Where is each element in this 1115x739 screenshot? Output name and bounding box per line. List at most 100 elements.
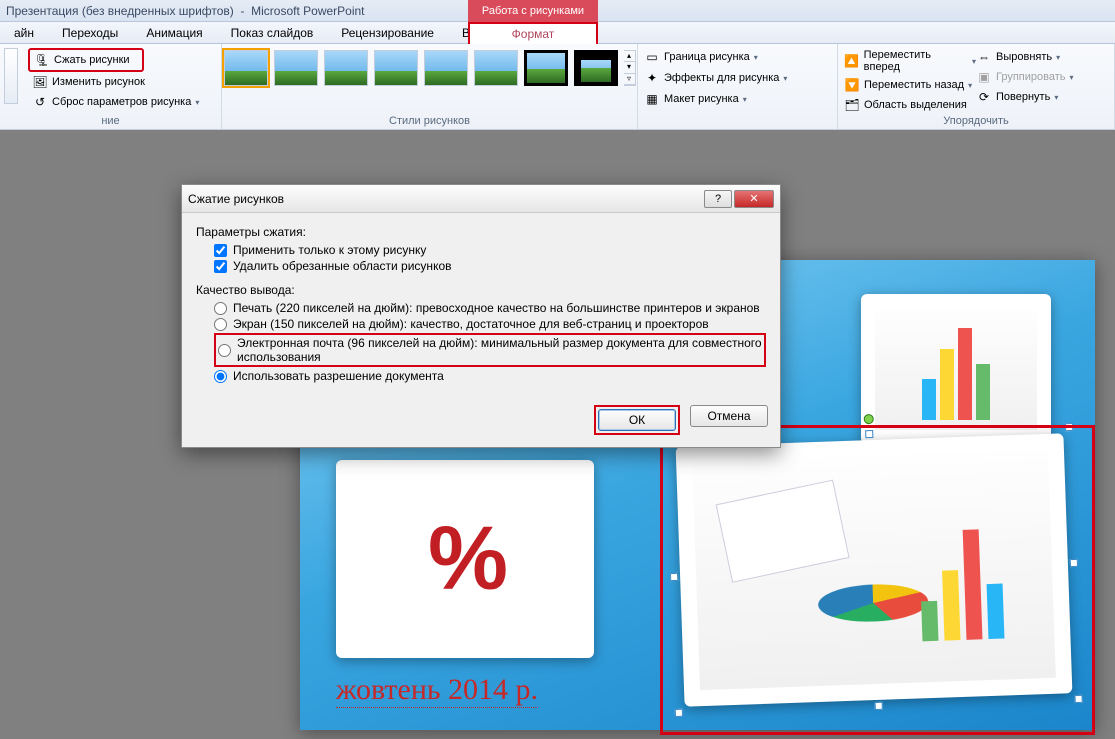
ribbon-group-picture-styles: ▴▾▿ Стили рисунков <box>222 44 638 129</box>
reset-picture-button[interactable]: ↺ Сброс параметров рисунка ▾ <box>28 92 215 112</box>
handle-e[interactable] <box>1070 559 1078 567</box>
quality-screen-radio[interactable]: Экран (150 пикселей на дюйм): качество, … <box>214 317 766 331</box>
picture-style-2[interactable] <box>274 50 318 86</box>
quality-document-radio[interactable]: Использовать разрешение документа <box>214 369 766 383</box>
picture-style-4[interactable] <box>374 50 418 86</box>
align-button[interactable]: ⇔ Выровнять▾ <box>976 48 1108 66</box>
align-label: Выровнять <box>996 51 1052 63</box>
reset-picture-icon: ↺ <box>32 94 48 110</box>
group-arrange-label: Упорядочить <box>838 115 1114 127</box>
picture-style-7[interactable] <box>524 50 568 86</box>
window-title: Презентация (без внедренных шрифтов) - M… <box>0 4 365 18</box>
tab-transitions[interactable]: Переходы <box>48 22 132 44</box>
delete-cropped-input[interactable] <box>214 260 227 273</box>
picture-style-6[interactable] <box>474 50 518 86</box>
apply-only-label: Применить только к этому рисунку <box>233 243 426 257</box>
picture-border-button[interactable]: ▭ Граница рисунка ▾ <box>644 48 831 66</box>
change-picture-icon: 🖼 <box>32 74 48 90</box>
handle-ne[interactable] <box>1065 423 1073 431</box>
tab-animations[interactable]: Анимация <box>132 22 216 44</box>
apply-only-checkbox[interactable]: Применить только к этому рисунку <box>214 243 766 257</box>
align-icon: ⇔ <box>976 49 992 65</box>
selection-pane-label: Область выделения <box>864 99 967 111</box>
help-button[interactable]: ? <box>704 190 732 208</box>
quality-email-radio[interactable]: Электронная почта (96 пикселей на дюйм):… <box>214 333 766 367</box>
dialog-buttons: ОК Отмена <box>182 397 780 447</box>
delete-cropped-checkbox[interactable]: Удалить обрезанные области рисунков <box>214 259 766 273</box>
tab-slideshow[interactable]: Показ слайдов <box>217 22 328 44</box>
quality-screen-label: Экран (150 пикселей на дюйм): качество, … <box>233 317 709 331</box>
group-button[interactable]: ▣ Группировать▾ <box>976 68 1108 86</box>
close-button[interactable]: ✕ <box>734 190 774 208</box>
picture-layout-button[interactable]: ▦ Макет рисунка ▾ <box>644 90 831 108</box>
handle-w[interactable] <box>670 573 678 581</box>
percent-icon: % <box>428 508 502 611</box>
group-objects-label: Группировать <box>996 71 1066 83</box>
rotate-label: Повернуть <box>996 91 1050 103</box>
group-adjust-label: ние <box>0 115 221 127</box>
ribbon: 🗜 Сжать рисунки 🖼 Изменить рисунок ↺ Сбр… <box>0 44 1115 130</box>
picture-layout-label: Макет рисунка <box>664 93 739 105</box>
quality-screen-input[interactable] <box>214 318 227 331</box>
picture-border-label: Граница рисунка <box>664 51 750 63</box>
quality-email-input[interactable] <box>218 344 231 357</box>
send-backward-button[interactable]: 🔽 Переместить назад▾ <box>844 76 976 94</box>
compress-icon: 🗜 <box>34 52 50 68</box>
title-bar: Презентация (без внедренных шрифтов) - M… <box>0 0 1115 22</box>
color-corrections-dropdown[interactable] <box>4 48 18 104</box>
compress-options-label: Параметры сжатия: <box>196 225 766 239</box>
compress-pictures-label: Сжать рисунки <box>54 54 130 66</box>
slide-footer-text[interactable]: жовтень 2014 р. <box>336 673 538 708</box>
chevron-down-icon: ▾ <box>743 95 747 104</box>
quality-print-radio[interactable]: Печать (220 пикселей на дюйм): превосход… <box>214 301 766 315</box>
bring-forward-button[interactable]: 🔼 Переместить вперед▾ <box>844 48 976 74</box>
picture-effects-button[interactable]: ✦ Эффекты для рисунка ▾ <box>644 69 831 87</box>
quality-document-input[interactable] <box>214 370 227 383</box>
ribbon-group-picture-style-options: ▭ Граница рисунка ▾ ✦ Эффекты для рисунк… <box>638 44 838 129</box>
picture-effects-icon: ✦ <box>644 70 660 86</box>
handle-s[interactable] <box>875 702 883 710</box>
output-quality-label: Качество вывода: <box>196 283 766 297</box>
slide-image-percent[interactable]: % <box>336 460 594 658</box>
tab-design-cut[interactable]: айн <box>0 22 48 44</box>
quality-print-input[interactable] <box>214 302 227 315</box>
bring-forward-icon: 🔼 <box>844 53 860 69</box>
reset-picture-label: Сброс параметров рисунка <box>52 96 191 108</box>
selection-pane-icon: 🗂 <box>844 97 860 113</box>
dialog-titlebar[interactable]: Сжатие рисунков ? ✕ <box>182 185 780 213</box>
dialog-body: Параметры сжатия: Применить только к это… <box>182 213 780 397</box>
rotate-button[interactable]: ⟳ Повернуть▾ <box>976 88 1108 106</box>
slide-image-chart-small[interactable] <box>861 294 1051 444</box>
picture-border-icon: ▭ <box>644 49 660 65</box>
tab-format[interactable]: Формат <box>468 22 598 44</box>
picture-style-3[interactable] <box>324 50 368 86</box>
ribbon-group-arrange: 🔼 Переместить вперед▾ 🔽 Переместить наза… <box>838 44 1115 129</box>
compress-pictures-button[interactable]: 🗜 Сжать рисунки <box>28 48 144 72</box>
handle-sw[interactable] <box>675 709 683 717</box>
quality-document-label: Использовать разрешение документа <box>233 369 444 383</box>
dialog-title: Сжатие рисунков <box>188 192 702 206</box>
slide-image-chart-large[interactable] <box>676 433 1073 706</box>
rotate-icon: ⟳ <box>976 89 992 105</box>
compress-pictures-dialog: Сжатие рисунков ? ✕ Параметры сжатия: Пр… <box>181 184 781 448</box>
selection-handles[interactable] <box>669 427 1078 713</box>
quality-print-label: Печать (220 пикселей на дюйм): превосход… <box>233 301 760 315</box>
ok-button[interactable]: ОК <box>598 409 676 431</box>
selection-pane-button[interactable]: 🗂 Область выделения <box>844 96 976 114</box>
handle-n[interactable] <box>865 430 873 438</box>
chevron-down-icon: ▾ <box>754 53 758 62</box>
change-picture-button[interactable]: 🖼 Изменить рисунок <box>28 72 215 92</box>
tab-review[interactable]: Рецензирование <box>327 22 448 44</box>
group-icon: ▣ <box>976 69 992 85</box>
apply-only-input[interactable] <box>214 244 227 257</box>
picture-style-5[interactable] <box>424 50 468 86</box>
ribbon-group-adjust: 🗜 Сжать рисунки 🖼 Изменить рисунок ↺ Сбр… <box>0 44 222 129</box>
send-backward-label: Переместить назад <box>864 79 964 91</box>
picture-style-1[interactable] <box>224 50 268 86</box>
handle-se[interactable] <box>1074 695 1082 703</box>
picture-style-8[interactable] <box>574 50 618 86</box>
picture-styles-more[interactable]: ▴▾▿ <box>624 50 636 86</box>
cancel-button[interactable]: Отмена <box>690 405 768 427</box>
bring-forward-label: Переместить вперед <box>864 49 968 73</box>
chart-small-graphic <box>875 308 1037 430</box>
